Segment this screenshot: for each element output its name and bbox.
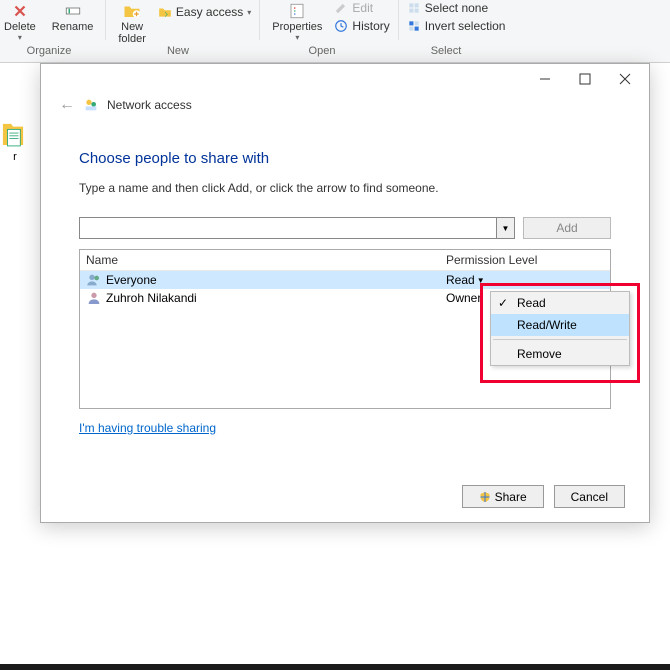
ribbon-group-labels: Organize New Open Select [0, 45, 670, 63]
history-button[interactable]: History [330, 18, 393, 34]
delete-icon [11, 2, 29, 20]
properties-icon [288, 2, 306, 20]
edit-icon [334, 1, 348, 15]
menu-item-read[interactable]: ✓ Read [491, 292, 629, 314]
network-access-icon [83, 97, 99, 113]
permission-menu: ✓ Read Read/Write Remove [490, 291, 630, 366]
permission-dropdown[interactable]: Read ▼ [446, 273, 604, 287]
select-none-button[interactable]: Select none [403, 0, 510, 16]
properties-button[interactable]: Properties ▾ [264, 0, 330, 42]
user-icon [86, 290, 102, 306]
select-none-icon [407, 1, 421, 15]
back-arrow-icon[interactable]: ← [59, 96, 75, 114]
dialog-title: Network access [107, 98, 192, 112]
combo-dropdown-button[interactable]: ▼ [496, 218, 514, 238]
rename-button[interactable]: Rename [44, 0, 102, 33]
table-header: Name Permission Level [80, 250, 610, 271]
easy-access-button[interactable]: Easy access ▾ [154, 4, 255, 20]
maximize-button[interactable] [565, 66, 605, 92]
folder-thumb-icon [2, 120, 24, 148]
dialog-footer: Share Cancel [462, 485, 625, 508]
invert-selection-icon [407, 19, 421, 33]
cancel-button[interactable]: Cancel [554, 485, 625, 508]
minimize-button[interactable] [525, 66, 565, 92]
shield-icon [479, 491, 491, 503]
add-button[interactable]: Add [523, 217, 611, 239]
dialog-heading: Choose people to share with [79, 150, 611, 167]
group-icon [86, 272, 102, 288]
open-group-extras: Edit History [330, 0, 393, 34]
invert-selection-button[interactable]: Invert selection [403, 18, 510, 34]
check-icon: ✓ [498, 296, 508, 310]
menu-item-remove[interactable]: Remove [491, 343, 629, 365]
menu-separator [493, 339, 627, 340]
user-combo-input[interactable]: ▼ [79, 217, 515, 239]
ribbon: Delete ▾ Rename New folder Easy access ▾… [0, 0, 670, 45]
new-folder-button[interactable]: New folder [110, 0, 154, 45]
menu-item-readwrite[interactable]: Read/Write [491, 314, 629, 336]
close-button[interactable] [605, 66, 645, 92]
folder-thumbnail[interactable]: r [0, 120, 28, 163]
trouble-sharing-link[interactable]: I'm having trouble sharing [79, 421, 216, 435]
select-group: Select none Invert selection [403, 0, 510, 34]
easy-access-icon [158, 5, 172, 19]
new-folder-icon [123, 2, 141, 20]
taskbar[interactable] [0, 664, 670, 670]
titlebar [41, 64, 649, 94]
share-button[interactable]: Share [462, 485, 544, 508]
edit-button[interactable]: Edit [330, 0, 393, 16]
delete-button[interactable]: Delete ▾ [0, 0, 44, 42]
col-permission[interactable]: Permission Level [440, 250, 610, 270]
col-name[interactable]: Name [80, 250, 440, 270]
dialog-header: ← Network access [41, 94, 649, 122]
new-group-extras: Easy access ▾ [154, 0, 255, 20]
table-row[interactable]: Everyone Read ▼ [80, 271, 610, 289]
history-icon [334, 19, 348, 33]
rename-icon [64, 2, 82, 20]
dialog-instruction: Type a name and then click Add, or click… [79, 181, 611, 195]
